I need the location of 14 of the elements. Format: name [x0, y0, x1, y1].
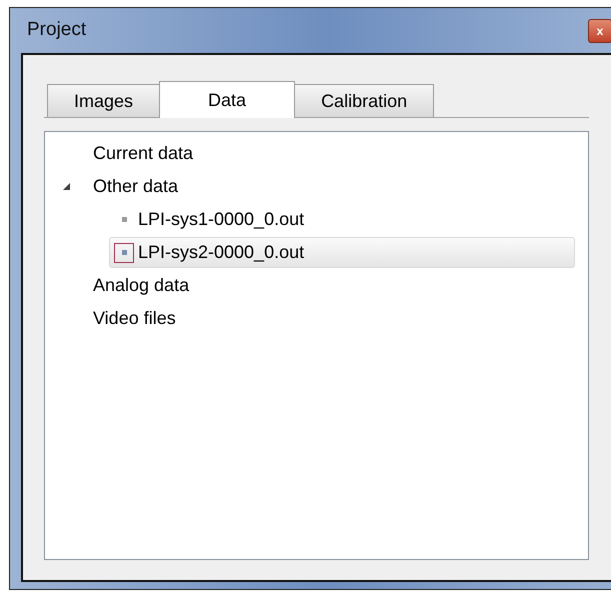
tree-item[interactable]: Analog data: [79, 272, 190, 299]
tree-item[interactable]: LPI-sys2-0000_0.out: [109, 237, 575, 268]
tab[interactable]: Images: [47, 84, 160, 117]
tree-item[interactable]: Other data: [79, 173, 178, 200]
expander-icon[interactable]: [62, 182, 70, 191]
tree-item[interactable]: Video files: [79, 305, 176, 332]
window-title: Project: [27, 18, 86, 42]
tree-item[interactable]: LPI-sys1-0000_0.out: [109, 204, 575, 235]
tab[interactable]: Data: [159, 81, 296, 118]
bullet-icon: [122, 250, 126, 255]
tab[interactable]: Calibration: [294, 84, 434, 117]
bullet-icon: [122, 217, 126, 222]
tree-item[interactable]: Current data: [79, 140, 194, 167]
close-button[interactable]: x: [588, 18, 611, 42]
